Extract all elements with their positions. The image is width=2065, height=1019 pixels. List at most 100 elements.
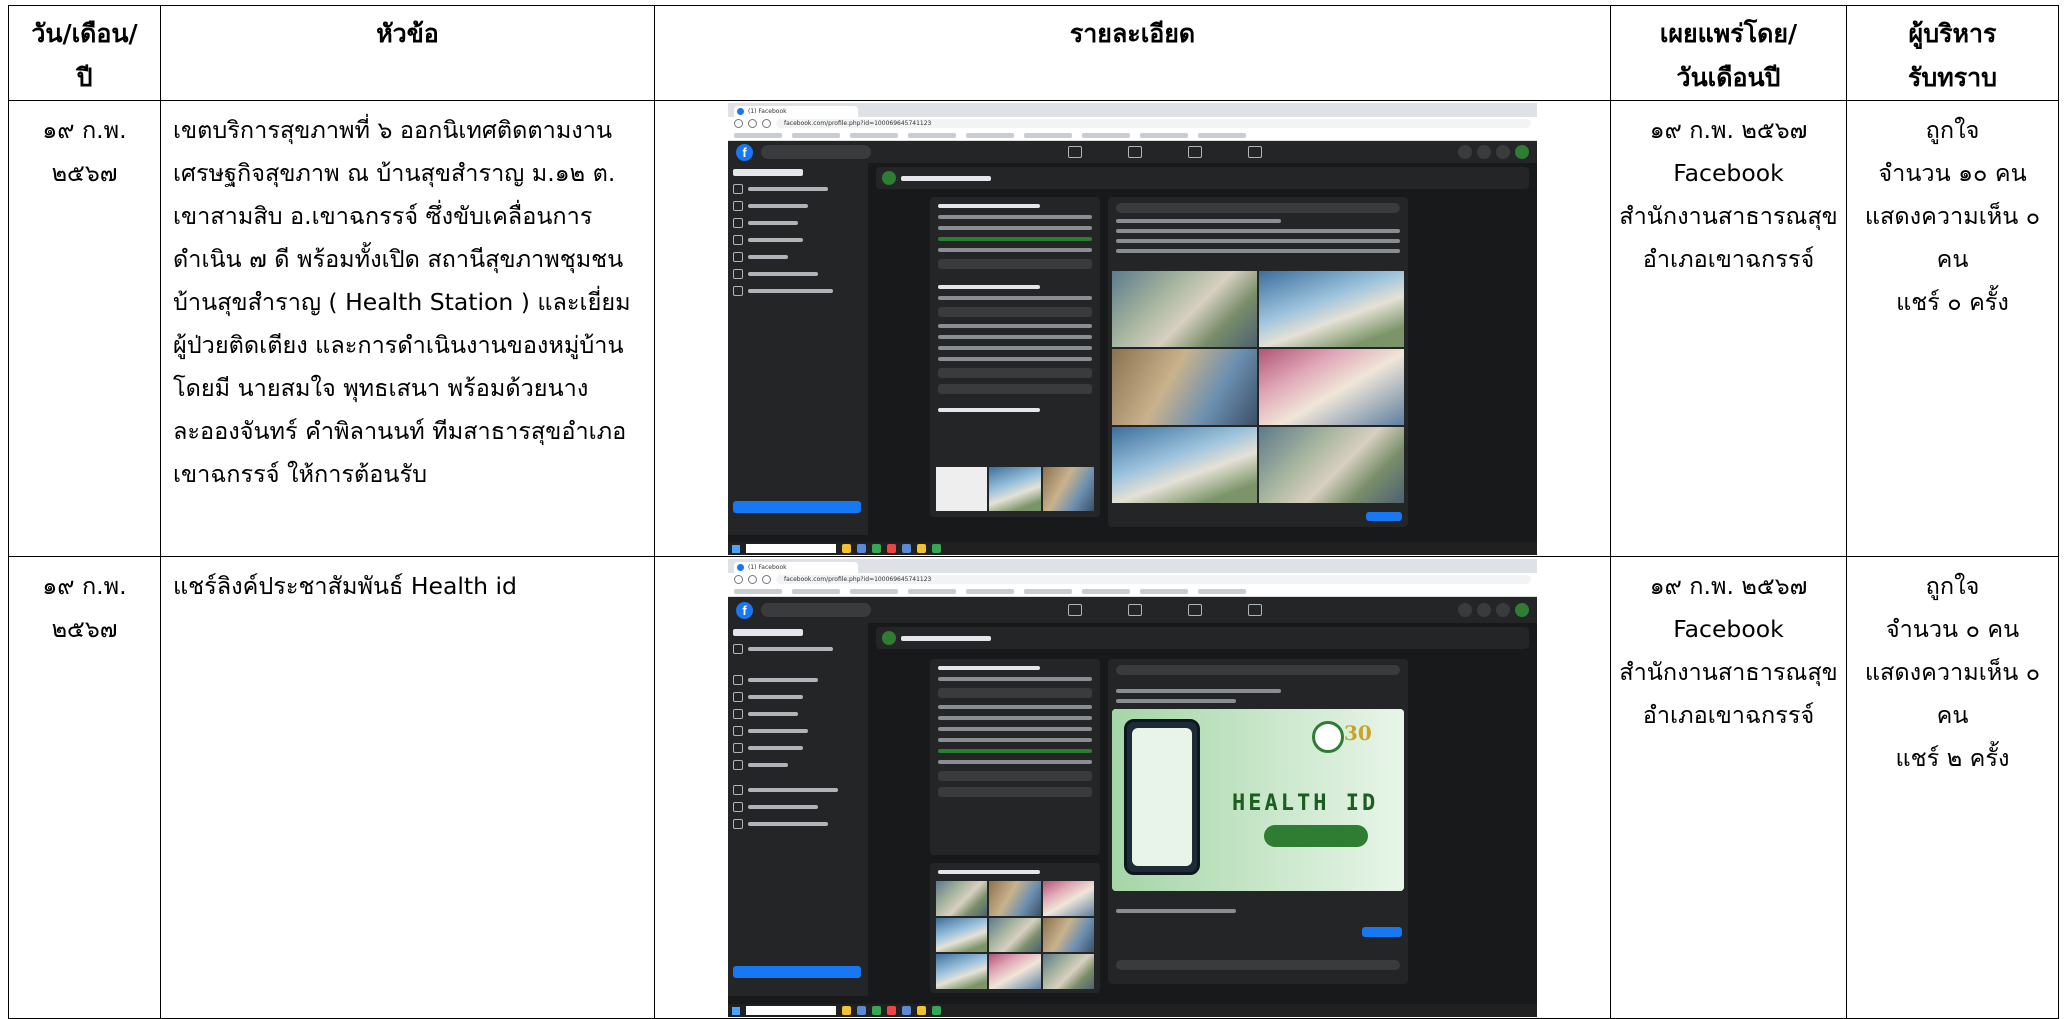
bell-icon bbox=[1496, 603, 1510, 617]
forward-icon bbox=[748, 119, 757, 128]
messenger-icon bbox=[1477, 603, 1491, 617]
row1-topic-line: เขาฉกรรจ์ ให้การต้อนรับ bbox=[173, 460, 428, 488]
facebook-favicon-icon bbox=[737, 108, 744, 115]
boost-button bbox=[1362, 927, 1402, 937]
row1-executive-line: จำนวน ๑๐ คน bbox=[1878, 159, 2027, 187]
reload-icon bbox=[762, 575, 771, 584]
row1-topic-line: ละอองจันทร์ คำพิลานนท์ ทีมสาธารสุขอำเภอ bbox=[173, 417, 627, 445]
row2-date: ๑๙ ก.พ. ๒๕๖๗ bbox=[8, 556, 161, 1019]
avatar bbox=[1515, 145, 1529, 159]
header-published: เผยแพร่โดย/ วันเดือนปี bbox=[1610, 5, 1847, 101]
page-avatar bbox=[882, 171, 896, 185]
header-topic: หัวข้อ bbox=[160, 5, 655, 101]
store-icon bbox=[1187, 604, 1202, 616]
post-card bbox=[1108, 197, 1408, 527]
windows-taskbar bbox=[728, 542, 1537, 555]
address-bar: facebook.com/profile.php?id=100069645741… bbox=[776, 119, 1531, 128]
row2-topic-line: แชร์ลิงค์ประชาสัมพันธ์ Health id bbox=[173, 572, 517, 600]
home-icon bbox=[1067, 604, 1082, 616]
row1-published: ๑๙ ก.พ. ๒๕๖๗ Facebook สำนักงานสาธารณสุข … bbox=[1610, 100, 1847, 557]
header-date-line1: วัน/เดือน/ bbox=[31, 19, 138, 48]
menu-icon bbox=[1458, 145, 1472, 159]
header-published-line2: วันเดือนปี bbox=[1676, 63, 1781, 92]
row2-executive-line: แชร์ ๒ ครั้ง bbox=[1895, 744, 2010, 772]
header-detail: รายละเอียด bbox=[654, 5, 1611, 101]
row2-published-line: Facebook bbox=[1673, 615, 1784, 643]
row1-date: ๑๙ ก.พ. ๒๕๖๗ bbox=[8, 100, 161, 557]
windows-icon bbox=[732, 544, 740, 553]
health-id-pill bbox=[1264, 825, 1368, 847]
row2-executive-line: ถูกใจ bbox=[1925, 572, 1980, 600]
row1-date-line1: ๑๙ ก.พ. bbox=[42, 116, 127, 144]
row1-executive-line: แสดงความเห็น ๐ bbox=[1864, 202, 2041, 230]
facebook-search bbox=[761, 603, 871, 617]
header-detail-label: รายละเอียด bbox=[1069, 19, 1196, 48]
health-logo-icon bbox=[1312, 721, 1344, 753]
row2-date-line2: ๒๕๖๗ bbox=[51, 615, 118, 643]
row2-executive: ถูกใจ จำนวน ๐ คน แสดงความเห็น ๐ คน แชร์ … bbox=[1846, 556, 2059, 1019]
row2-detail: (1) Facebook facebook.com/profile.php?id… bbox=[654, 556, 1611, 1019]
row1-topic-line: โดยมี นายสมใจ พุทธเสนา พร้อมด้วยนาง bbox=[173, 374, 589, 402]
row1-topic-line: ดำเนิน ๗ ดี พร้อมทั้งเปิด สถานีสุขภาพชุม… bbox=[173, 245, 624, 273]
health-id-title: HEALTH ID bbox=[1232, 791, 1379, 816]
header-executive-line1: ผู้บริหาร bbox=[1908, 19, 1997, 48]
forward-icon bbox=[748, 575, 757, 584]
header-published-line1: เผยแพร่โดย/ bbox=[1659, 19, 1798, 48]
facebook-favicon-icon bbox=[737, 564, 744, 571]
row1-topic-line: เขตบริการสุขภาพที่ ๖ ออกนิเทศติดตามงาน bbox=[173, 116, 613, 144]
avatar bbox=[1515, 603, 1529, 617]
messenger-icon bbox=[1477, 145, 1491, 159]
page-info-panel bbox=[930, 659, 1100, 855]
anniversary-logo: 30 bbox=[1344, 721, 1372, 745]
row1-date-line2: ๒๕๖๗ bbox=[51, 159, 118, 187]
promote-button bbox=[733, 501, 861, 513]
menu-icon bbox=[1458, 603, 1472, 617]
header-executive-line2: รับทราบ bbox=[1907, 63, 1998, 92]
row1-topic: เขตบริการสุขภาพที่ ๖ ออกนิเทศติดตามงาน เ… bbox=[160, 100, 655, 557]
back-icon bbox=[734, 575, 743, 584]
header-executive: ผู้บริหาร รับทราบ bbox=[1846, 5, 2059, 101]
row1-topic-line: ผู้ป่วยติดเตียง และการดำเนินงานของหมู่บ้… bbox=[173, 331, 624, 359]
page-avatar bbox=[882, 631, 896, 645]
bell-icon bbox=[1496, 145, 1510, 159]
back-icon bbox=[734, 119, 743, 128]
row2-executive-line: แสดงความเห็น ๐ bbox=[1864, 658, 2041, 686]
row2-executive-line: คน bbox=[1936, 701, 1969, 729]
row2-date-line1: ๑๙ ก.พ. bbox=[42, 572, 127, 600]
facebook-sidebar bbox=[728, 163, 868, 535]
facebook-screenshot-2: (1) Facebook facebook.com/profile.php?id… bbox=[728, 559, 1537, 1017]
row2-published: ๑๙ ก.พ. ๒๕๖๗ Facebook สำนักงานสาธารณสุข … bbox=[1610, 556, 1847, 1019]
facebook-screenshot-1: (1) Facebook facebook.com/profile.php?id… bbox=[728, 103, 1537, 555]
browser-tab: (1) Facebook bbox=[734, 106, 858, 117]
post-card: 30 HEALTH ID bbox=[1108, 659, 1408, 984]
photos-panel bbox=[930, 863, 1100, 993]
store-icon bbox=[1187, 146, 1202, 158]
row1-executive: ถูกใจ จำนวน ๑๐ คน แสดงความเห็น ๐ คน แชร์… bbox=[1846, 100, 2059, 557]
taskbar-search bbox=[746, 544, 836, 553]
row2-published-line: สำนักงานสาธารณสุข bbox=[1619, 658, 1838, 686]
address-bar: facebook.com/profile.php?id=100069645741… bbox=[776, 575, 1531, 584]
row2-executive-line: จำนวน ๐ คน bbox=[1885, 615, 2020, 643]
flag-icon bbox=[1127, 604, 1142, 616]
megaphone-icon bbox=[1247, 146, 1262, 158]
windows-icon bbox=[732, 1006, 740, 1015]
row1-topic-line: บ้านสุขสำราญ ( Health Station ) และเยี่ย… bbox=[173, 288, 631, 316]
row2-published-line: อำเภอเขาฉกรรจ์ bbox=[1642, 701, 1815, 729]
header-date: วัน/เดือน/ ปี bbox=[8, 5, 161, 101]
boost-button bbox=[1366, 512, 1402, 521]
reload-icon bbox=[762, 119, 771, 128]
facebook-logo-icon: f bbox=[736, 601, 753, 619]
row1-published-line: สำนักงานสาธารณสุข bbox=[1619, 202, 1838, 230]
browser-tab-label: (1) Facebook bbox=[748, 108, 787, 115]
row1-executive-line: คน bbox=[1936, 245, 1969, 273]
megaphone-icon bbox=[1247, 604, 1262, 616]
row1-executive-line: ถูกใจ bbox=[1925, 116, 1980, 144]
header-topic-label: หัวข้อ bbox=[376, 19, 439, 48]
taskbar-search bbox=[746, 1006, 836, 1015]
browser-tab: (1) Facebook bbox=[734, 562, 858, 573]
header-date-line2: ปี bbox=[76, 63, 93, 92]
row1-executive-line: แชร์ ๐ ครั้ง bbox=[1896, 288, 2009, 316]
header-row: วัน/เดือน/ ปี หัวข้อ รายละเอียด เผยแพร่โ… bbox=[8, 5, 2059, 101]
phone-illustration bbox=[1124, 719, 1200, 875]
table-row: ๑๙ ก.พ. ๒๕๖๗ เขตบริการสุขภาพที่ ๖ ออกนิเ… bbox=[8, 100, 2059, 557]
